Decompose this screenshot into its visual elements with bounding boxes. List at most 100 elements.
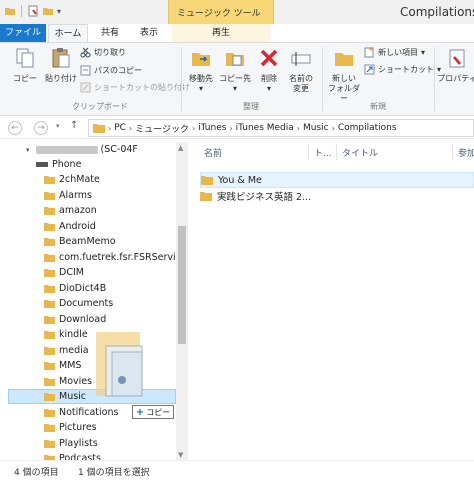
storage-icon [36,162,48,167]
shortcut-button[interactable]: ショートカット ▾ [364,64,441,75]
file-row[interactable]: 実践ビジネス英語 2... [200,188,474,204]
tree-folder-label: Notifications [59,406,119,418]
recent-locations-icon[interactable]: ▾ [56,122,60,130]
chevron-down-icon[interactable]: ▾ [26,146,30,154]
blurred-device-name [35,145,98,154]
folder-icon [44,191,55,200]
breadcrumb-separator-icon[interactable]: › [192,124,195,133]
address-bar[interactable]: › PC › ミュージック › iTunes › iTunes Media › … [88,119,474,137]
tree-folder-item[interactable]: Podcasts [44,451,180,460]
breadcrumb-pc[interactable]: PC [114,123,126,133]
file-row[interactable]: You & Me [200,172,474,188]
scissors-icon [80,47,91,58]
tree-folder-item[interactable]: Documents [44,296,180,311]
copy-path-label: パスのコピー [94,66,142,75]
group-divider [434,47,435,111]
scroll-down-icon[interactable]: ▼ [178,451,183,459]
tree-folder-item[interactable]: DCIM [44,265,180,280]
breadcrumb-music-library[interactable]: ミュージック [135,122,189,135]
rename-icon [291,52,311,66]
new-item-button[interactable]: 新しい項目 ▾ [364,47,425,58]
group-divider [181,47,182,111]
copy-button[interactable]: コピー [8,47,42,84]
breadcrumb-separator-icon[interactable]: › [229,124,232,133]
context-band-label: ミュージック ツール [177,9,261,19]
forward-button[interactable]: → [34,121,48,135]
rename-label-line2: 変更 [293,84,309,93]
tree-folder-item[interactable]: Pictures [44,420,180,435]
column-divider[interactable] [336,144,337,160]
column-name[interactable]: 名前 [204,146,222,159]
nav-scrollbar-thumb[interactable] [178,226,186,344]
rename-button[interactable]: 名前の 変更 [284,47,318,94]
paste-button[interactable]: 貼り付け [42,47,80,84]
tree-folder-item[interactable]: amazon [44,203,180,218]
toolbar-divider [21,5,22,17]
tree-folder-item[interactable]: Playlists [44,436,180,451]
column-divider[interactable] [308,144,309,160]
new-folder-button[interactable]: 新しい フォルダー [326,47,362,104]
tab-view[interactable]: 表示 [132,24,166,42]
breadcrumb-itunes[interactable]: iTunes [198,123,226,133]
file-name: 実践ビジネス英語 2... [217,192,312,203]
ribbon-tabs: ファイル ホーム 共有 表示 再生 [0,24,474,42]
breadcrumb-separator-icon[interactable]: › [332,124,335,133]
tree-folder-item[interactable]: 2chMate [44,172,180,187]
tree-device[interactable]: ▾ (SC-04F [26,142,188,157]
tree-phone[interactable]: Phone [36,157,188,172]
folder-icon [44,331,55,339]
copy-to-label: コピー先 [219,74,251,83]
tree-folder-label: Android [59,220,96,232]
scroll-up-icon[interactable]: ▲ [178,144,183,152]
breadcrumb-separator-icon[interactable]: › [297,124,300,133]
breadcrumb-music[interactable]: Music [303,123,329,133]
tree-folder-item[interactable]: Download [44,312,180,327]
breadcrumb-itunes-media[interactable]: iTunes Media [236,123,294,133]
new-group-label: 新規 [370,102,386,111]
customize-toolbar-icon[interactable]: ▾ [57,7,61,16]
column-track[interactable]: ト... [314,146,332,159]
folder-icon [44,315,55,324]
tree-folder-label: DCIM [59,267,84,278]
shortcut-label: ショートカット [378,65,434,74]
copy-label: コピー [13,74,37,83]
back-button[interactable]: ← [8,121,22,135]
tree-folder-item[interactable]: BeamMemo [44,234,180,249]
properties-button[interactable]: プロパティ [437,47,474,84]
folder-icon [200,192,212,201]
folder-icon [44,346,55,355]
tab-share[interactable]: 共有 [90,24,130,42]
tree-folder-item[interactable]: com.fuetrek.fsr.FSRService [44,250,187,265]
breadcrumb-separator-icon[interactable]: › [129,124,132,133]
tree-folder-item[interactable]: Alarms [44,188,180,203]
column-title[interactable]: タイトル [342,146,378,159]
copy-icon [16,48,34,68]
delete-button[interactable]: 削除 ▾ [254,47,284,94]
copy-to-button[interactable]: コピー先 ▾ [218,47,252,94]
phone-label: Phone [52,159,82,170]
tree-folder-item[interactable]: Android [44,219,180,234]
tree-folder-label: MMS [59,360,82,371]
title-bar: ▾ ミュージック ツール Compilations [0,0,474,24]
clipboard-icon [52,48,70,68]
folder-icon [44,269,55,277]
cut-button[interactable]: 切り取り [80,47,126,58]
tab-file[interactable]: ファイル [0,24,46,42]
paste-shortcut-button[interactable]: ショートカットの貼り付け [80,82,190,93]
move-to-button[interactable]: 移動先 ▾ [184,47,218,94]
tab-home[interactable]: ホーム [48,24,88,42]
tree-folder-item[interactable]: DioDict4B [44,281,180,296]
tab-play[interactable]: 再生 [172,24,270,42]
column-divider[interactable] [452,144,453,160]
properties-icon[interactable] [27,5,39,17]
delete-dropdown-icon: ▾ [266,84,271,93]
column-artist[interactable]: 参加 [458,146,474,159]
folder-icon [44,253,55,262]
breadcrumb-compilations[interactable]: Compilations [338,123,397,133]
new-folder-icon[interactable] [42,5,54,17]
up-button[interactable]: ↑ [70,120,78,131]
copy-path-button[interactable]: パスのコピー [80,65,142,76]
music-tools-context-tab: ミュージック ツール [168,0,274,24]
paste-shortcut-label: ショートカットの貼り付け [94,83,190,92]
tree-folder-label: amazon [59,205,97,216]
